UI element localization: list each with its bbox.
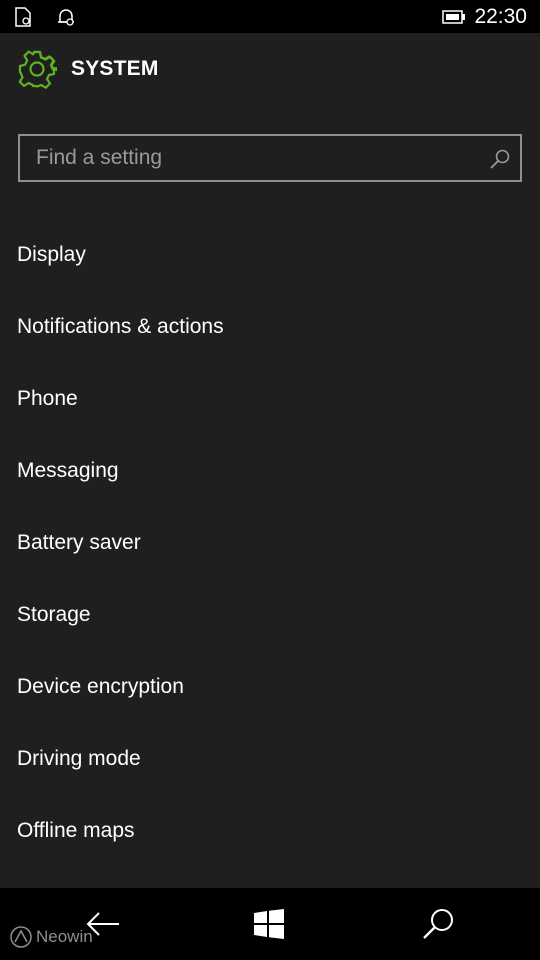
menu-item-label: Phone bbox=[17, 387, 78, 410]
menu-item-label: Offline maps bbox=[17, 819, 135, 842]
menu-item-driving-mode[interactable]: Driving mode bbox=[0, 723, 540, 795]
menu-item-battery-saver[interactable]: Battery saver bbox=[0, 507, 540, 579]
neowin-logo-icon bbox=[10, 926, 32, 948]
sim-card-icon bbox=[15, 7, 31, 27]
search-icon bbox=[423, 909, 453, 939]
menu-item-label: Device encryption bbox=[17, 675, 184, 698]
menu-item-phone[interactable]: Phone bbox=[0, 363, 540, 435]
status-time: 22:30 bbox=[474, 5, 527, 28]
menu-item-display[interactable]: Display bbox=[0, 219, 540, 291]
nav-search-button[interactable] bbox=[418, 906, 458, 942]
windows-start-icon bbox=[254, 909, 284, 939]
menu-item-device-encryption[interactable]: Device encryption bbox=[0, 651, 540, 723]
watermark-text: Neowin bbox=[36, 927, 93, 946]
menu-item-offline-maps[interactable]: Offline maps bbox=[0, 795, 540, 867]
battery-icon bbox=[442, 10, 466, 24]
navigation-bar bbox=[0, 888, 540, 960]
status-left-icons bbox=[14, 7, 76, 27]
search-icon[interactable] bbox=[489, 148, 511, 170]
menu-item-label: Battery saver bbox=[17, 531, 141, 554]
menu-item-label: Messaging bbox=[17, 459, 119, 482]
page-header: SYSTEM bbox=[17, 49, 159, 89]
page-title: SYSTEM bbox=[71, 57, 159, 80]
settings-menu: Display Notifications & actions Phone Me… bbox=[0, 219, 540, 867]
search-box[interactable] bbox=[18, 134, 522, 182]
settings-screen: 22:30 SYSTEM Display Notifications & act… bbox=[0, 0, 540, 960]
menu-item-messaging[interactable]: Messaging bbox=[0, 435, 540, 507]
menu-item-label: Driving mode bbox=[17, 747, 141, 770]
gear-icon bbox=[18, 50, 57, 89]
search-input[interactable] bbox=[20, 136, 470, 180]
status-right: 22:30 bbox=[442, 4, 527, 30]
alarm-icon bbox=[58, 9, 74, 26]
menu-item-label: Storage bbox=[17, 603, 91, 626]
watermark: Neowin bbox=[10, 926, 93, 948]
menu-item-storage[interactable]: Storage bbox=[0, 579, 540, 651]
menu-item-label: Display bbox=[17, 243, 86, 266]
start-button[interactable] bbox=[249, 906, 289, 942]
menu-item-notifications-actions[interactable]: Notifications & actions bbox=[0, 291, 540, 363]
menu-item-label: Notifications & actions bbox=[17, 315, 224, 338]
status-bar: 22:30 bbox=[0, 0, 540, 33]
